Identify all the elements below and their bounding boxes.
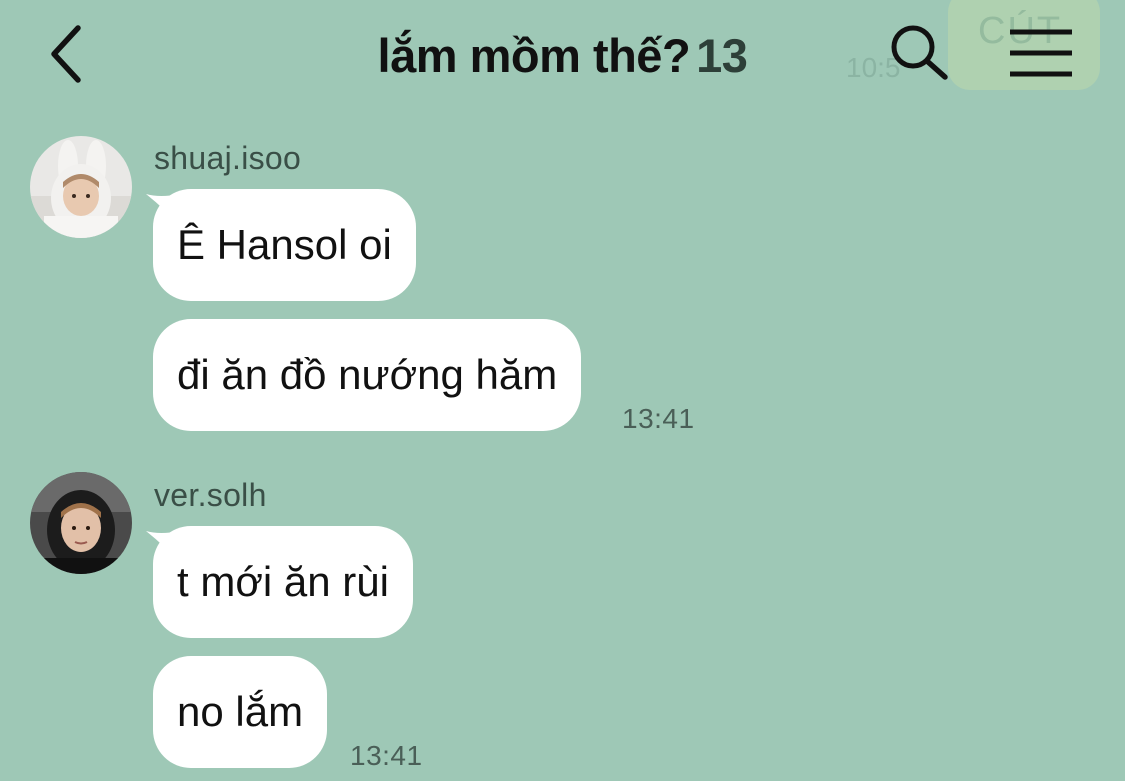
menu-button[interactable] (1006, 26, 1076, 82)
user-avatar-image (30, 472, 132, 574)
member-count: 13 (696, 29, 748, 82)
message-timestamp: 13:41 (622, 403, 695, 434)
message-bubble[interactable]: no lắm (153, 656, 328, 768)
chat-header: lắm mồm thế? 13 10:5 CÚT (0, 0, 1125, 110)
message-timestamp: 13:41 (350, 740, 423, 771)
message-bubble[interactable]: Ê Hansol oi (153, 189, 416, 301)
sender-name: ver.solh (154, 477, 267, 513)
avatar[interactable] (30, 472, 132, 574)
message-bubble[interactable]: t mới ăn rùi (153, 526, 413, 638)
sender-name: shuaj.isoo (154, 140, 302, 176)
search-button[interactable] (888, 22, 950, 84)
search-icon (891, 25, 948, 80)
hamburger-menu-icon (1010, 29, 1072, 77)
message-bubble[interactable]: đi ăn đồ nướng hăm (153, 319, 582, 431)
chat-title-text: lắm mồm thế? (377, 29, 691, 82)
avatar[interactable] (30, 136, 132, 238)
user-avatar-image (30, 136, 132, 238)
